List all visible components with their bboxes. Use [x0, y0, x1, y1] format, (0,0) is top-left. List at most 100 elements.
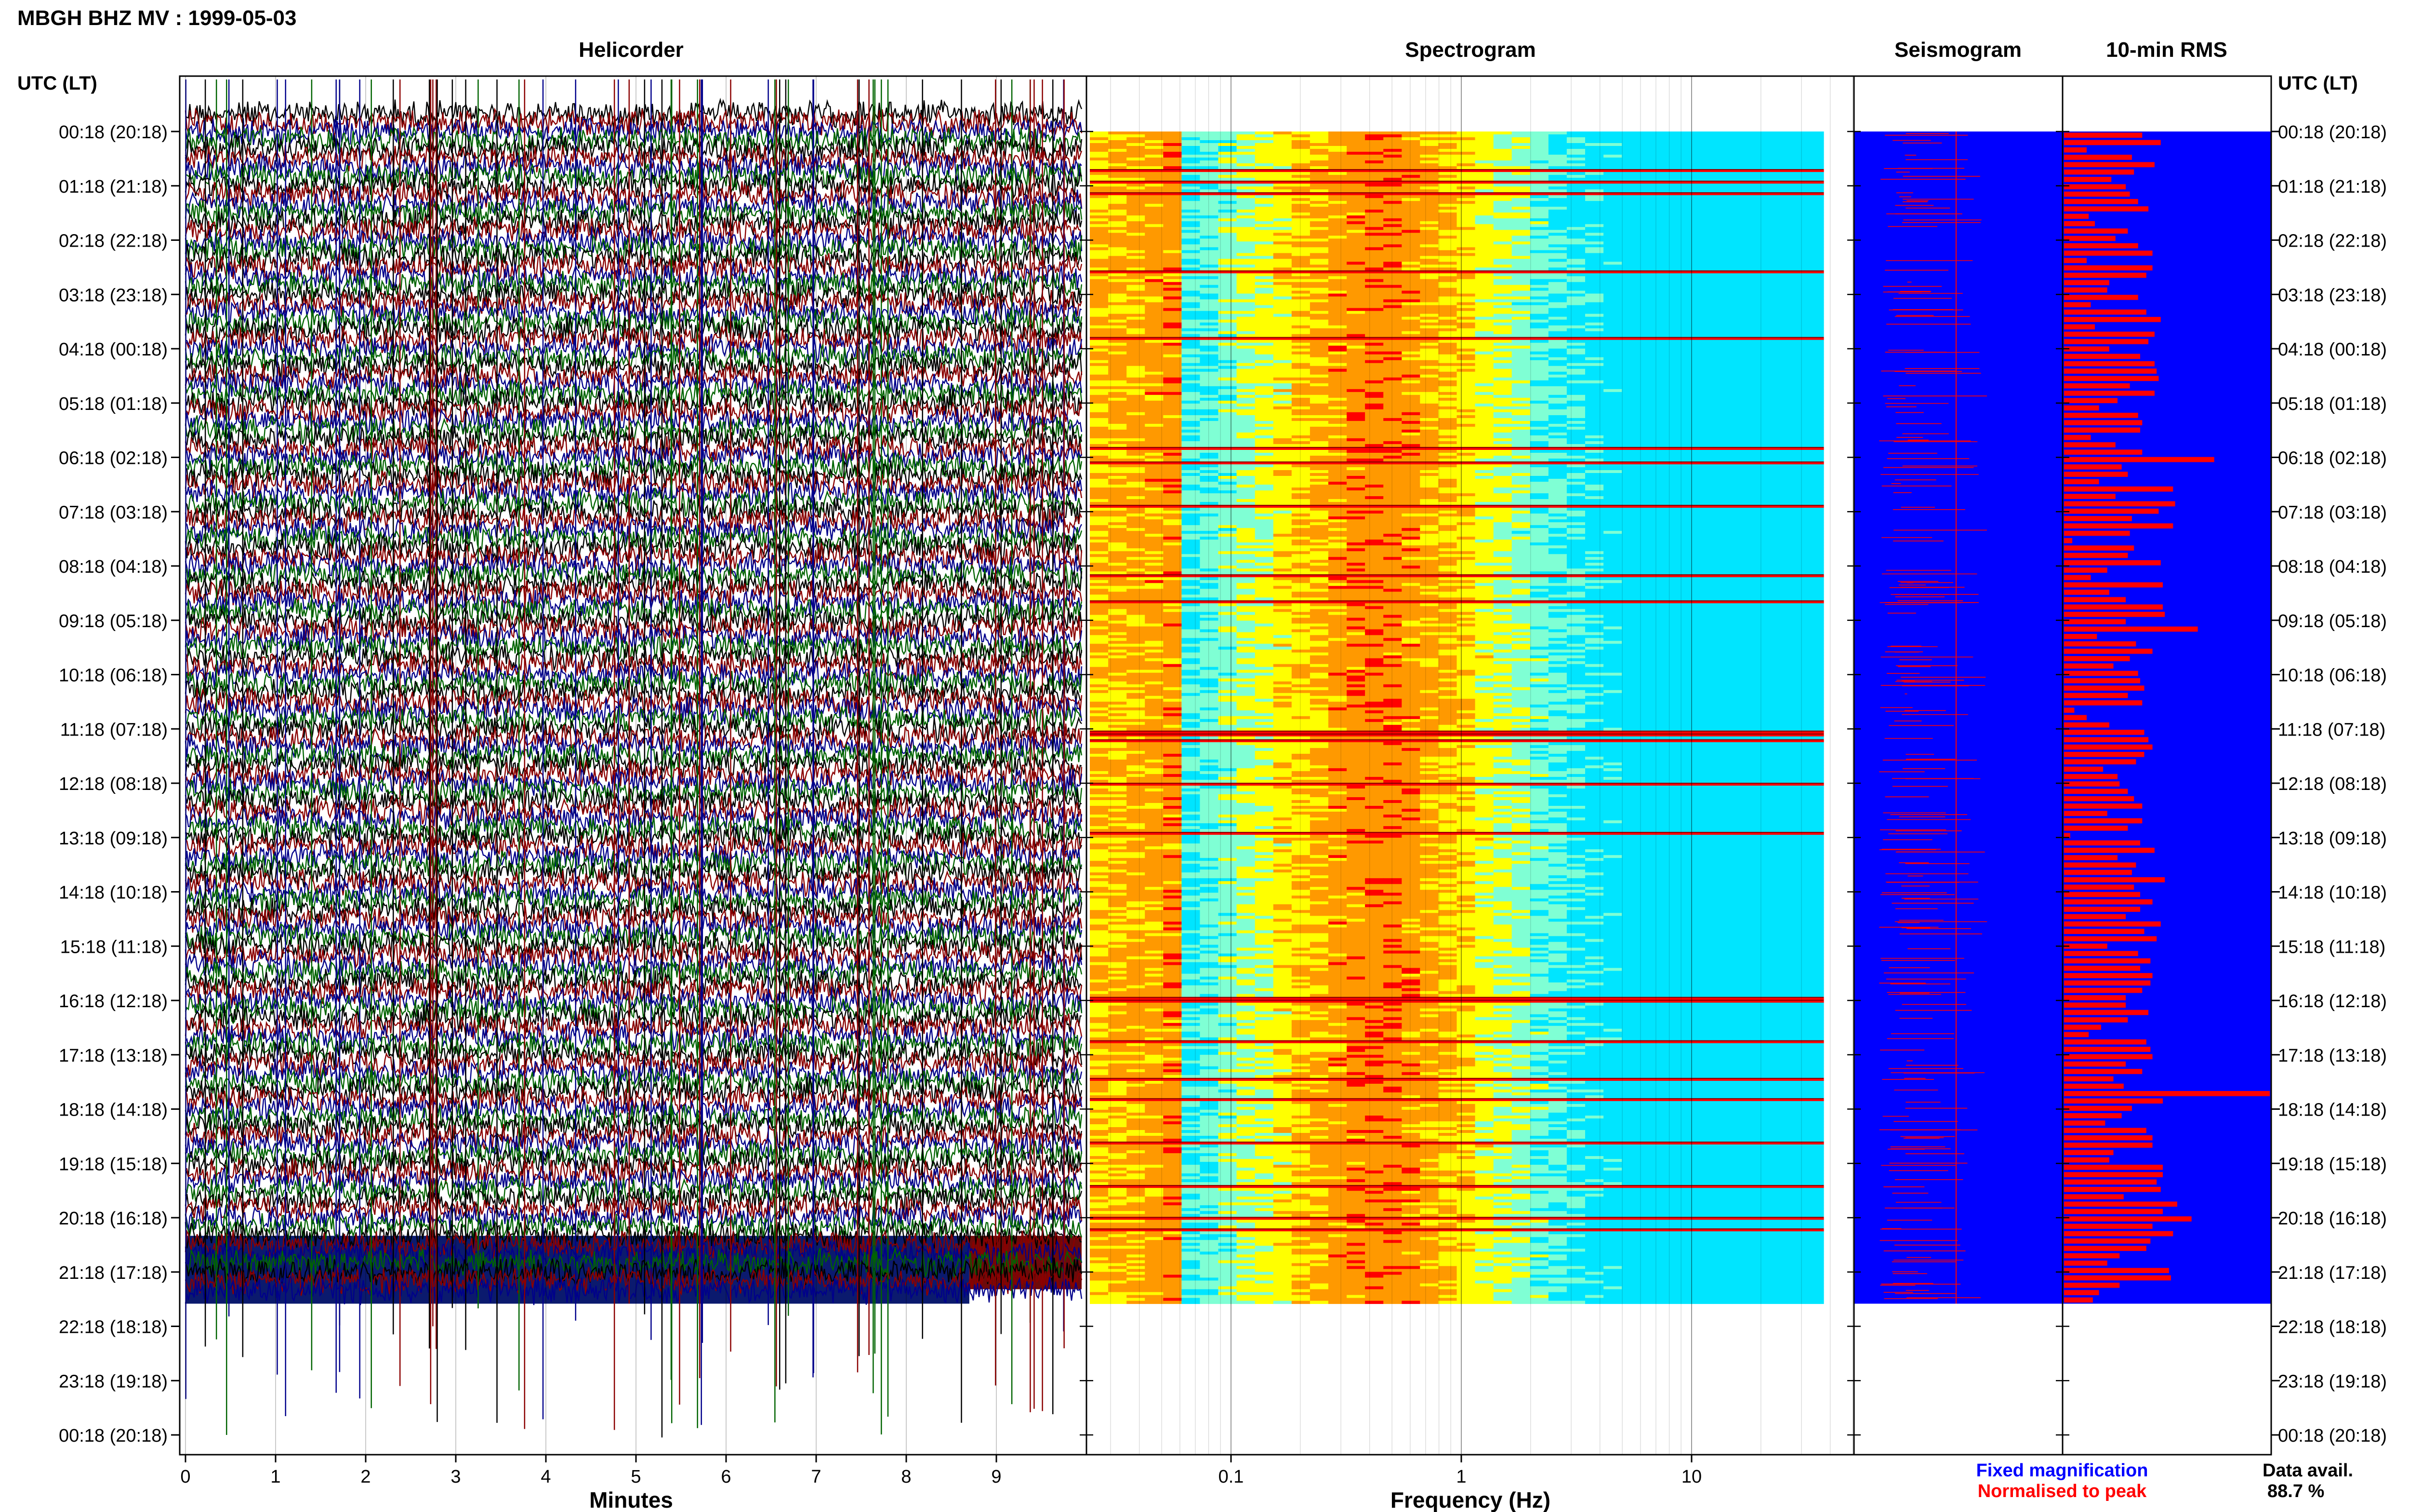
spectrogram-cell [1805, 423, 1824, 427]
spectrogram-cell [1695, 374, 1714, 378]
spectrogram-cell [1383, 389, 1402, 393]
spectrogram-cell [1695, 357, 1714, 361]
spectrogram-cell [1291, 325, 1310, 329]
spectrogram-cell [1511, 152, 1531, 155]
spectrogram-cell [1438, 348, 1457, 352]
spectrogram-cell [1566, 238, 1586, 242]
spectrogram-cell [1585, 366, 1604, 369]
spectrogram-cell [1108, 131, 1127, 135]
spectrogram-cell [1310, 421, 1329, 424]
spectrogram-cell [1163, 224, 1182, 227]
spectrogram-cell [1236, 331, 1256, 335]
spectrogram-cell [1603, 175, 1622, 178]
spectrogram-cell [1713, 146, 1733, 149]
spectrogram-cell [1713, 444, 1733, 447]
spectrogram-cell [1677, 459, 1696, 462]
spectrogram-cell [1365, 293, 1384, 297]
spectrogram-cell [1126, 444, 1145, 447]
spectrogram-cell [1420, 244, 1439, 248]
spectrogram-cell [1218, 418, 1237, 421]
spectrogram-cell [1787, 409, 1806, 413]
spectrogram-cell [1768, 394, 1787, 398]
spectrogram-cell [1677, 464, 1696, 468]
spectrogram-cell [1108, 325, 1127, 329]
spectrogram-cell [1291, 282, 1310, 286]
spectrogram-cell [1108, 322, 1127, 326]
spectrogram-cell [1255, 360, 1274, 364]
spectrogram-cell [1420, 241, 1439, 245]
spectrogram-cell [1328, 155, 1347, 158]
spectrogram-cell [1732, 360, 1751, 364]
spectrogram-cell [1163, 236, 1182, 239]
spectrogram-cell [1383, 186, 1402, 190]
spectrogram-cell [1420, 435, 1439, 439]
spectrogram-cell [1475, 394, 1494, 398]
spectrogram-cell [1695, 273, 1714, 276]
spectrogram-cell [1090, 236, 1109, 239]
spectrogram-cell [1383, 290, 1402, 294]
spectrogram-cell [1108, 296, 1127, 300]
spectrogram-cell [1695, 441, 1714, 445]
spectrogram-cell [1383, 308, 1402, 312]
spectrogram-cell [1365, 253, 1384, 256]
spectrogram-cell [1493, 288, 1512, 291]
spectrogram-cell [1787, 386, 1806, 390]
spectrogram-cell [1200, 403, 1219, 407]
spectrogram-cell [1530, 345, 1549, 349]
spectrogram-cell [1713, 406, 1733, 410]
spectrogram-cell [1090, 435, 1109, 439]
spectrogram-cell [1530, 325, 1549, 329]
spectrogram-cell [1695, 146, 1714, 149]
spectrogram-cell [1548, 331, 1567, 335]
spectrogram-cell [1622, 444, 1641, 447]
spectrogram-cell [1236, 259, 1256, 262]
spectrogram-cell [1236, 389, 1256, 393]
spectrogram-cell [1273, 140, 1292, 144]
spectrogram-cell [1530, 409, 1549, 413]
spectrogram-cell [1585, 392, 1604, 395]
spectrogram-cell [1236, 230, 1256, 233]
spectrogram-cell [1236, 473, 1256, 476]
spectrogram-cell [1622, 450, 1641, 453]
spectrogram-cell [1163, 207, 1182, 210]
spectrogram-cell [1493, 186, 1512, 190]
spectrogram-cell [1530, 354, 1549, 358]
spectrogram-cell [1658, 392, 1677, 395]
spectrogram-cell [1383, 400, 1402, 404]
spectrogram-cell [1402, 319, 1420, 323]
spectrogram-cell [1768, 403, 1787, 407]
spectrogram-cell [1218, 360, 1237, 364]
spectrogram-cell [1383, 282, 1402, 286]
spectrogram-cell [1163, 305, 1182, 309]
spectrogram-cell [1511, 241, 1531, 245]
spectrogram-cell [1475, 264, 1494, 268]
spectrogram-cell [1658, 334, 1677, 338]
spectrogram-cell [1365, 264, 1384, 268]
spectrogram-cell [1805, 357, 1824, 361]
spectrogram-cell [1658, 322, 1677, 326]
spectrogram-cell [1713, 348, 1733, 352]
spectrogram-cell [1530, 166, 1549, 170]
spectrogram-cell [1768, 264, 1787, 268]
spectrogram-cell [1456, 334, 1476, 338]
spectrogram-cell [1677, 397, 1696, 401]
spectrogram-cell [1273, 302, 1292, 306]
spectrogram-cell [1181, 334, 1201, 338]
spectrogram-cell [1163, 394, 1182, 398]
spectrogram-cell [1291, 328, 1310, 332]
spectrogram-cell [1126, 392, 1145, 395]
spectrogram-cell [1200, 386, 1219, 390]
spectrogram-cell [1108, 186, 1127, 190]
spectrogram-cell [1255, 262, 1274, 265]
spectrogram-cell [1328, 178, 1347, 181]
spectrogram-cell [1548, 438, 1567, 442]
spectrogram-cell [1713, 178, 1733, 181]
spectrogram-cell [1603, 288, 1622, 291]
spectrogram-cell [1768, 374, 1787, 378]
spectrogram-cell [1365, 160, 1384, 164]
spectrogram-cell [1383, 253, 1402, 256]
spectrogram-cell [1181, 186, 1201, 190]
spectrogram-cell [1713, 244, 1733, 248]
spectrogram-cell [1787, 178, 1806, 181]
spectrogram-cell [1750, 394, 1769, 398]
